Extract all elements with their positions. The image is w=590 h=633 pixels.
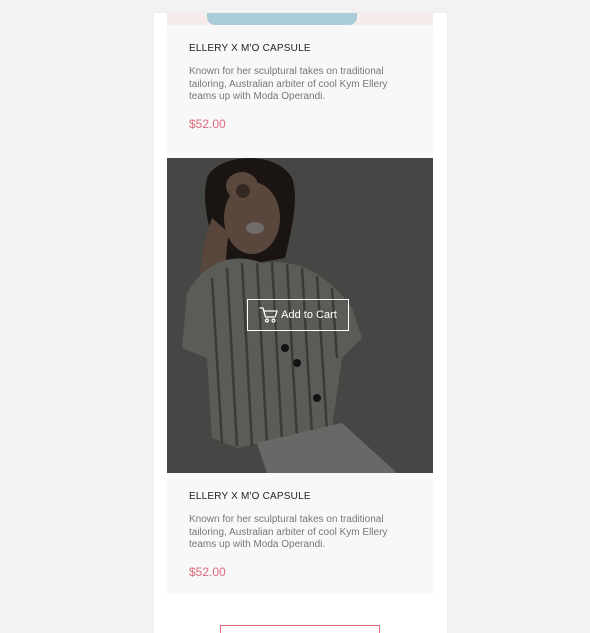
product-image[interactable] xyxy=(167,13,433,25)
product-title[interactable]: ELLERY X M'O CAPSULE xyxy=(189,491,411,502)
product-image-garment xyxy=(207,13,357,25)
product-price: $52.00 xyxy=(189,564,226,579)
product-price: $52.00 xyxy=(189,116,226,131)
product-image[interactable]: Add to Cart xyxy=(167,158,433,473)
product-description: Known for her sculptural takes on tradit… xyxy=(189,514,388,550)
load-more-button[interactable] xyxy=(220,625,380,633)
product-title[interactable]: ELLERY X M'O CAPSULE xyxy=(189,43,411,54)
product-list-viewport[interactable]: ELLERY X M'O CAPSULE Known for her sculp… xyxy=(154,13,447,633)
product-card[interactable]: ELLERY X M'O CAPSULE Known for her sculp… xyxy=(167,13,433,171)
cart-icon xyxy=(259,306,279,324)
product-info: ELLERY X M'O CAPSULE Known for her sculp… xyxy=(167,473,433,594)
product-card[interactable]: Add to Cart ELLERY X M'O CAPSULE Known f… xyxy=(167,158,433,594)
add-to-cart-button[interactable]: Add to Cart xyxy=(247,299,349,331)
product-info: ELLERY X M'O CAPSULE Known for her sculp… xyxy=(167,25,433,171)
product-description: Known for her sculptural takes on tradit… xyxy=(189,66,388,102)
add-to-cart-label: Add to Cart xyxy=(281,309,337,321)
